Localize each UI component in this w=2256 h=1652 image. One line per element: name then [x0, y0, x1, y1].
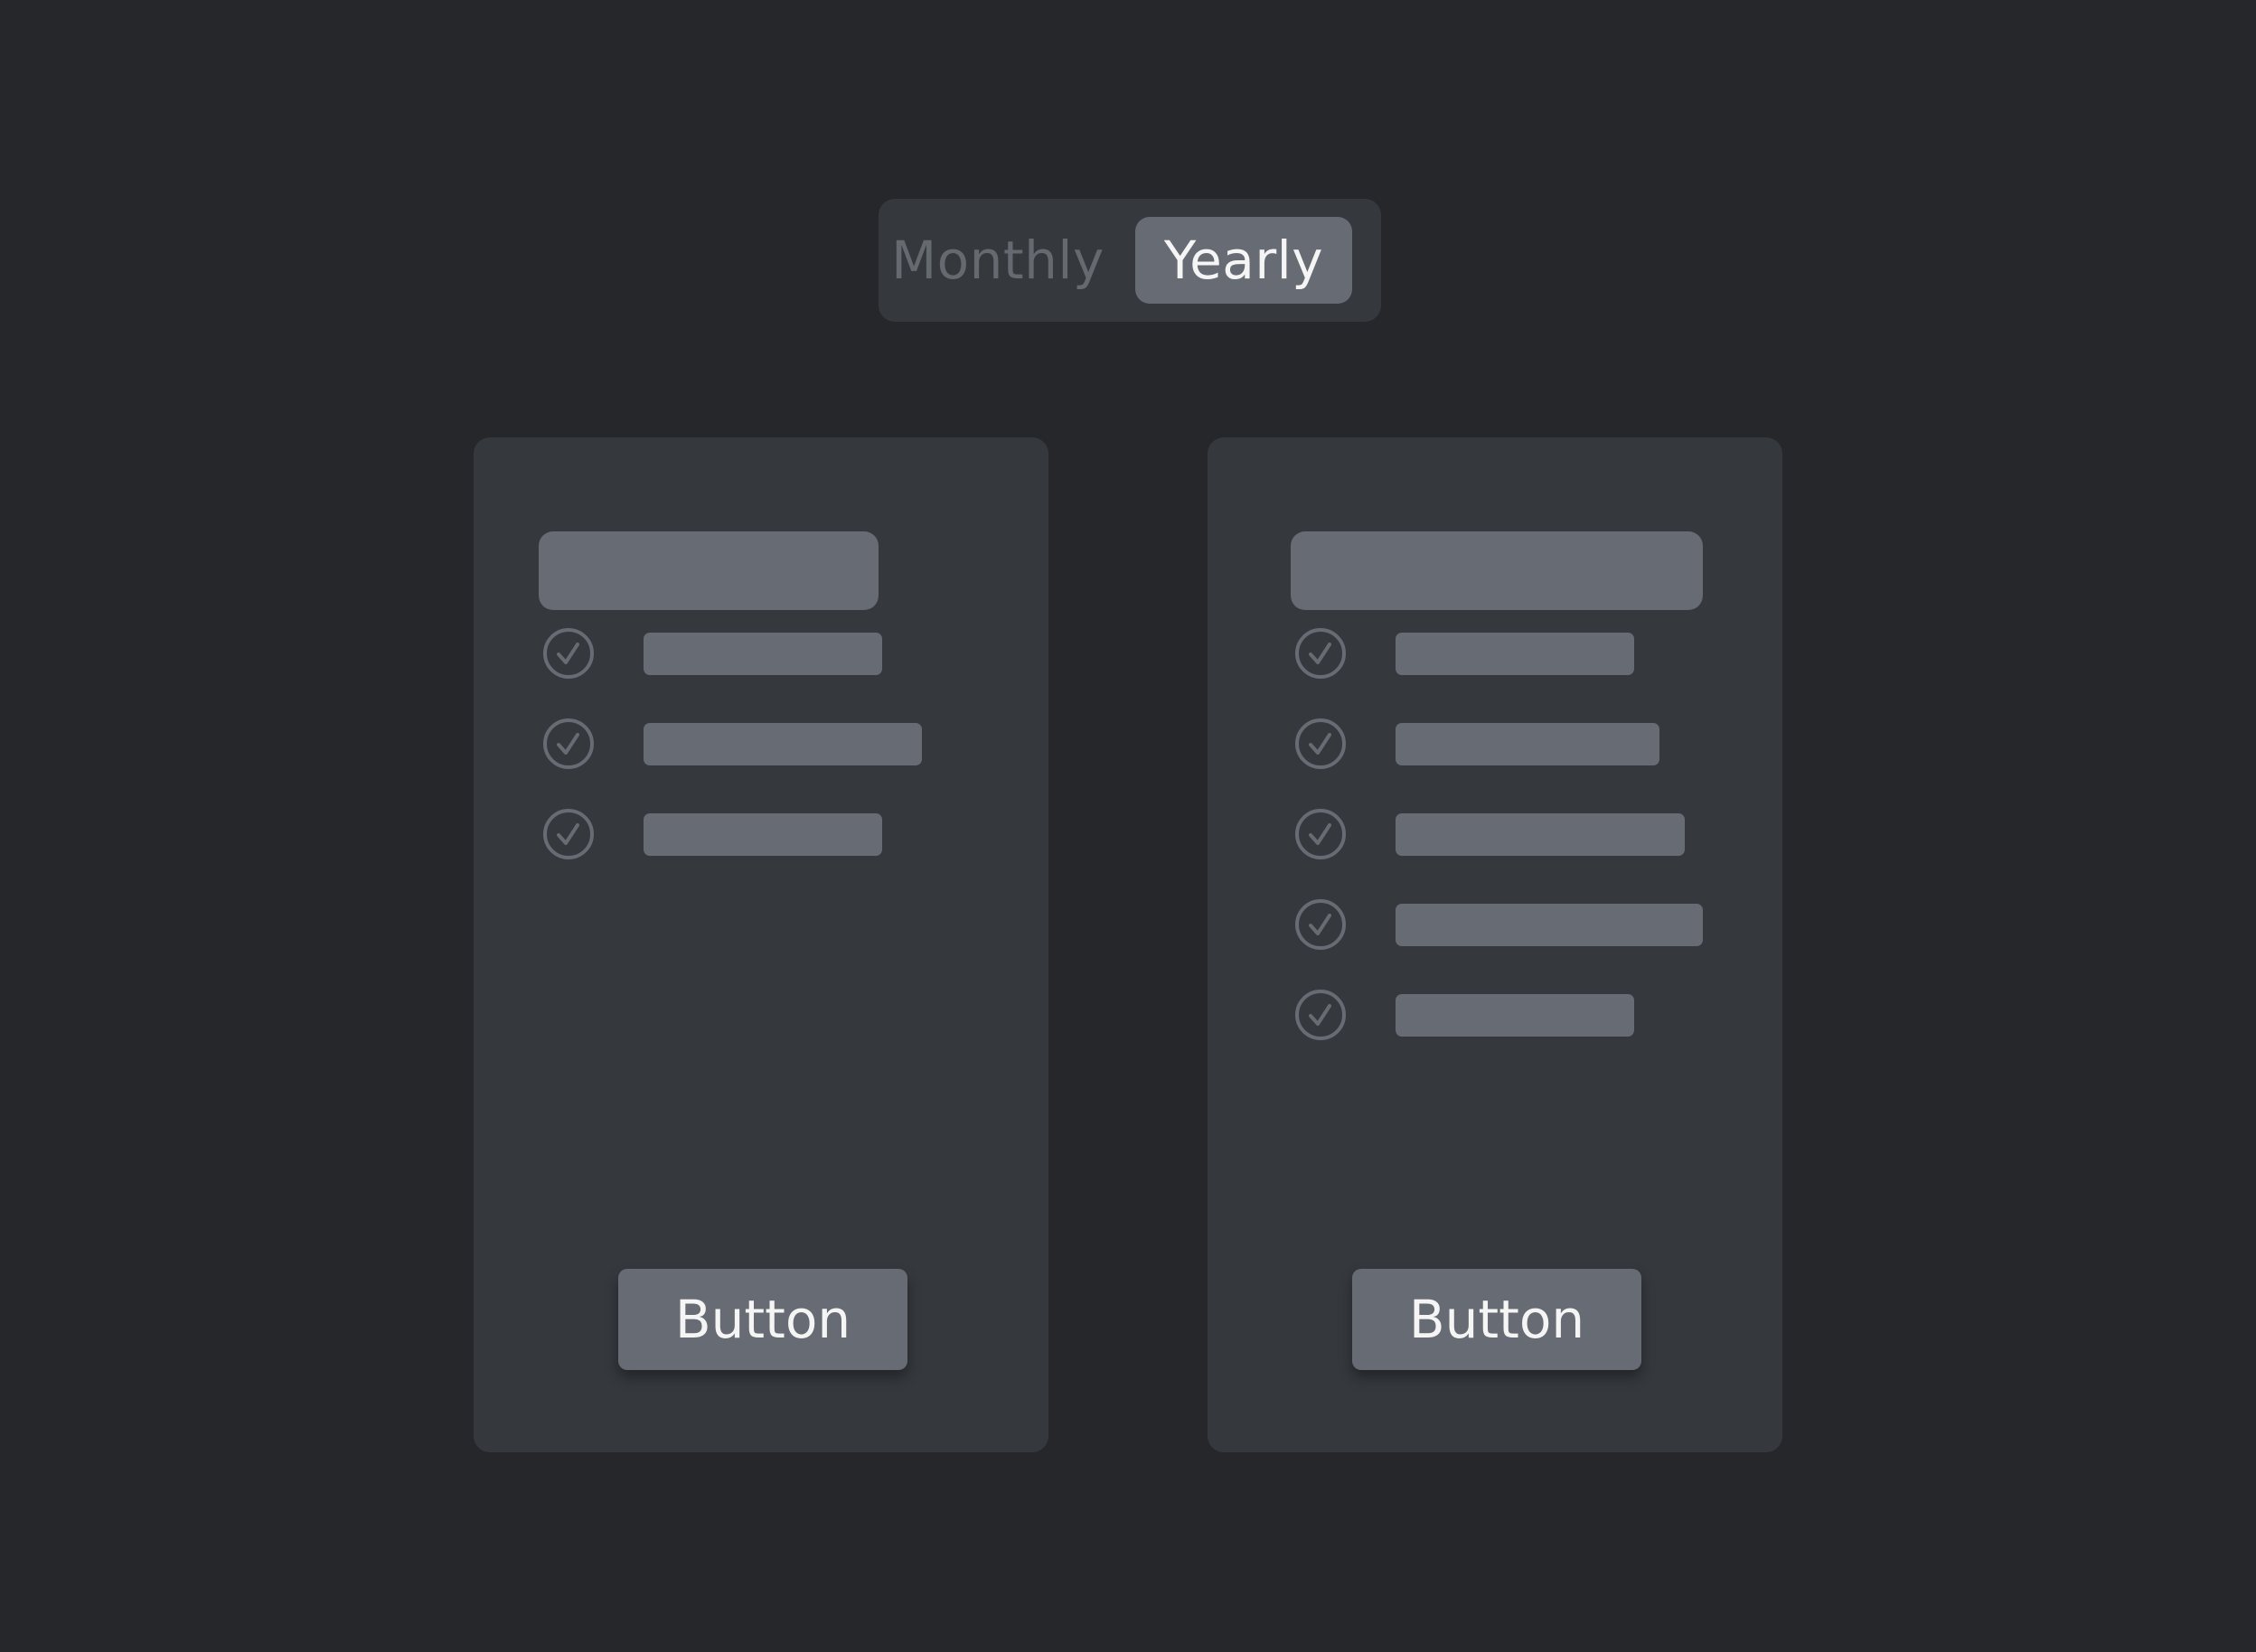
- toggle-option-monthly[interactable]: Monthly: [891, 217, 1104, 304]
- toggle-option-yearly[interactable]: Yearly: [1135, 217, 1352, 304]
- feature-text-placeholder: [644, 813, 882, 856]
- plan-title-placeholder: [539, 531, 879, 610]
- check-circle-icon: [1295, 809, 1346, 859]
- plan-2-button[interactable]: Button: [1352, 1269, 1641, 1370]
- check-circle-icon: [1295, 990, 1346, 1040]
- check-circle-icon: [1295, 718, 1346, 769]
- feature-text-placeholder: [1396, 813, 1685, 856]
- plan-1-button[interactable]: Button: [618, 1269, 907, 1370]
- feature-text-placeholder: [1396, 723, 1659, 765]
- pricing-card-1: Button: [474, 437, 1048, 1452]
- check-circle-icon: [1295, 628, 1346, 679]
- check-circle-icon: [1295, 899, 1346, 950]
- pricing-card-2: Button: [1208, 437, 1782, 1452]
- check-circle-icon: [543, 718, 594, 769]
- check-circle-icon: [543, 809, 594, 859]
- plan-title-placeholder: [1291, 531, 1703, 610]
- feature-text-placeholder: [1396, 904, 1703, 946]
- check-circle-icon: [543, 628, 594, 679]
- feature-text-placeholder: [644, 723, 922, 765]
- feature-text-placeholder: [1396, 633, 1634, 675]
- billing-period-toggle: Monthly Yearly: [879, 199, 1381, 322]
- feature-text-placeholder: [644, 633, 882, 675]
- feature-text-placeholder: [1396, 994, 1634, 1037]
